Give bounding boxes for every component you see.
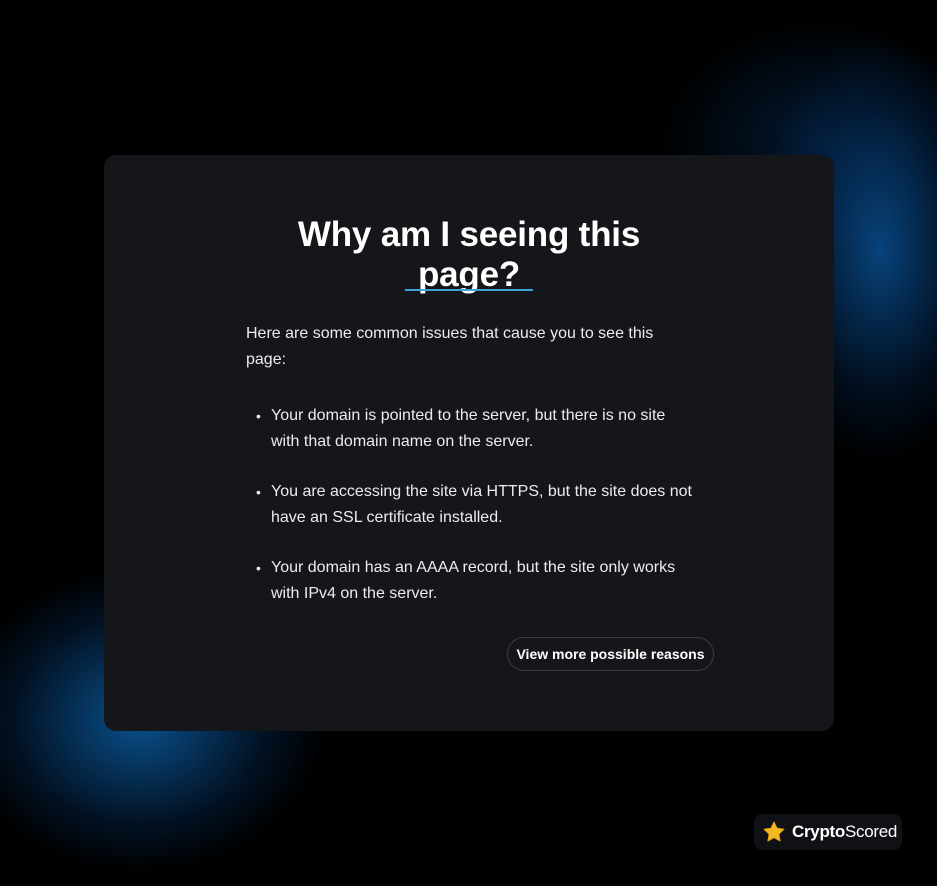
brand-name-bold: Crypto [792,822,845,841]
issue-text: Your domain has an AAAA record, but the … [271,559,676,602]
list-item: • You are accessing the site via HTTPS, … [246,479,692,531]
brand-name: CryptoScored [792,822,897,842]
intro-text: Here are some common issues that cause y… [246,325,654,368]
list-item: • Your domain is pointed to the server, … [246,403,692,455]
brand-name-regular: Scored [844,822,898,841]
issue-text: Your domain is pointed to the server, bu… [271,407,666,450]
bullet-icon: • [256,484,261,500]
page-title: Why am I seeing this page? [297,215,641,294]
info-card: Why am I seeing this page? Here are some… [104,155,834,731]
issues-list: • Your domain is pointed to the server, … [246,403,692,631]
bullet-icon: • [256,408,261,424]
bullet-icon: • [256,560,261,576]
issue-text: You are accessing the site via HTTPS, bu… [271,483,692,526]
view-more-reasons-button[interactable]: View more possible reasons [507,637,714,671]
star-icon [762,820,786,844]
title-divider [405,289,533,291]
cryptoscored-badge[interactable]: CryptoScored [754,814,902,850]
list-item: • Your domain has an AAAA record, but th… [246,555,692,607]
